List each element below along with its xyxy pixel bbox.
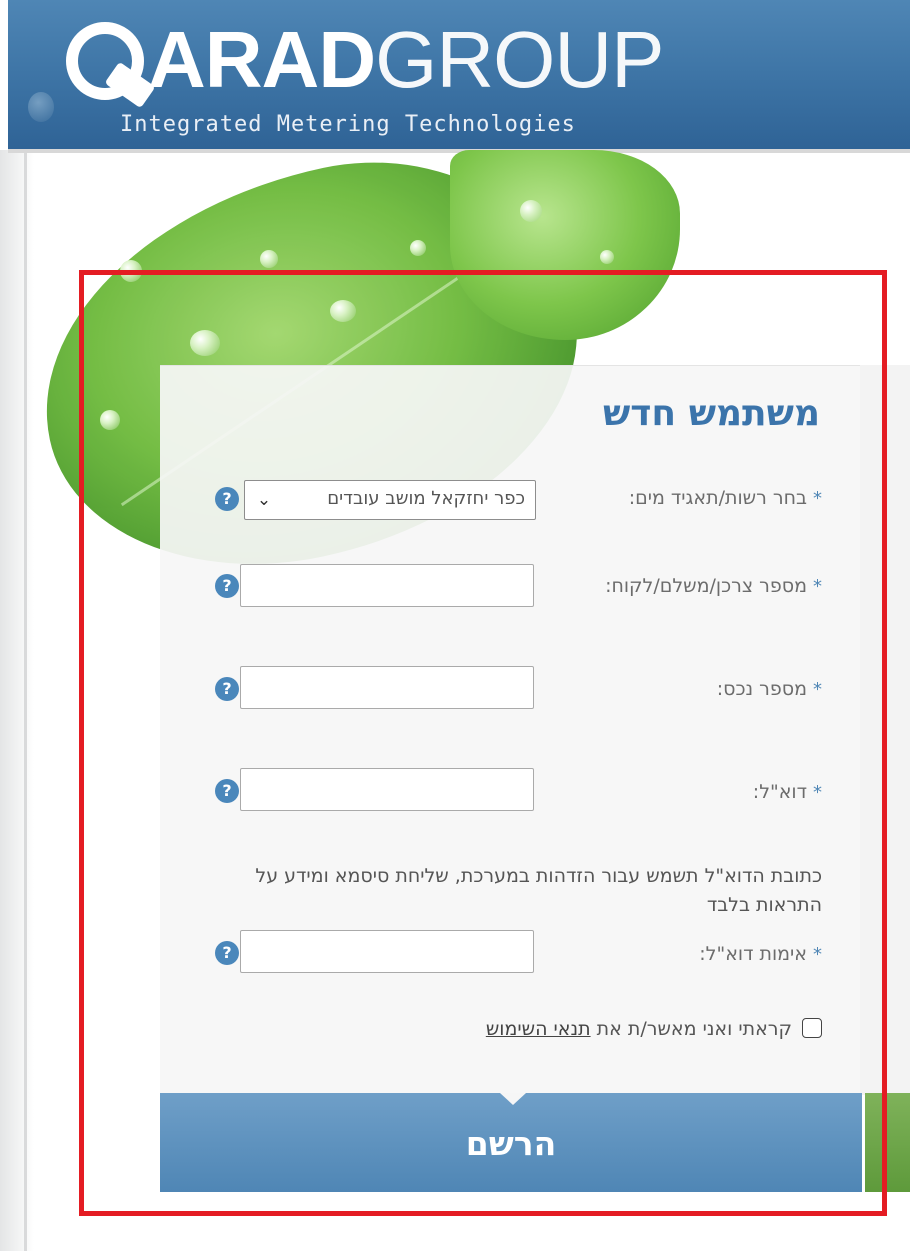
- brand-tagline: Integrated Metering Technologies: [120, 112, 576, 137]
- water-droplet: [600, 250, 614, 264]
- water-droplet: [410, 240, 426, 256]
- water-drop-icon: [28, 92, 54, 122]
- logo-light-text: GROUP: [375, 15, 664, 104]
- highlight-annotation: [79, 270, 887, 1216]
- site-header: ARADGROUP Integrated Metering Technologi…: [8, 0, 910, 153]
- logo-bold-text: ARAD: [148, 15, 376, 104]
- page-left-border: [0, 150, 34, 1251]
- arad-logo-icon: [66, 22, 144, 100]
- water-droplet: [520, 200, 542, 222]
- brand-logo[interactable]: ARADGROUP: [148, 20, 664, 100]
- water-droplet: [260, 250, 278, 268]
